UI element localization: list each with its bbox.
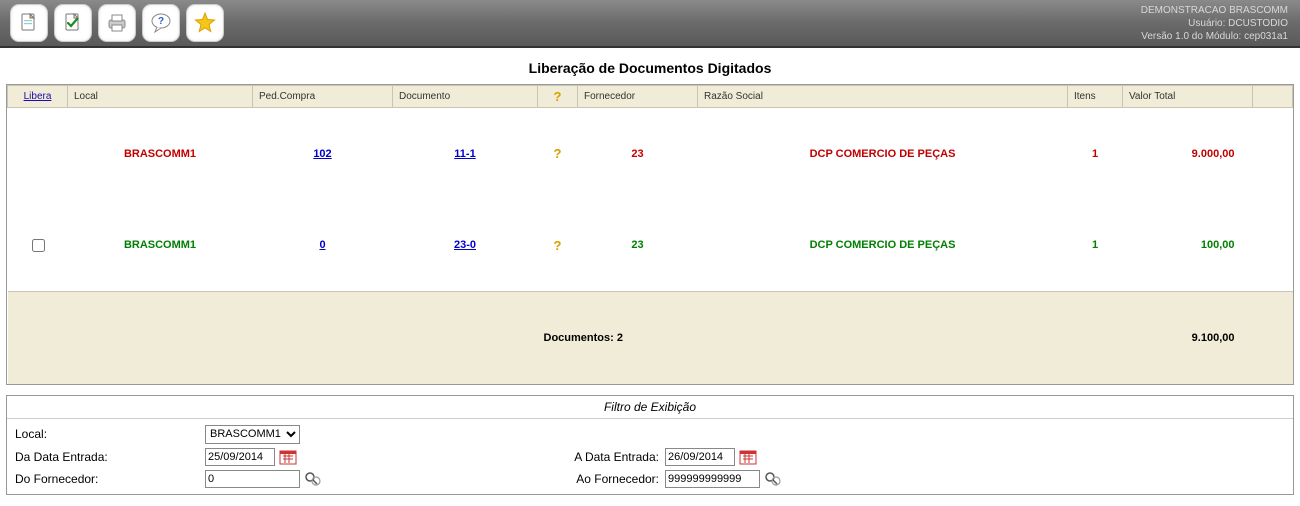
filter-title: Filtro de Exibição (7, 396, 1293, 419)
filter-da-data-input[interactable] (205, 448, 275, 466)
col-libera-link[interactable]: Libera (24, 91, 52, 102)
header-company: DEMONSTRACAO BRASCOMM (1141, 4, 1288, 17)
col-itens: Itens (1068, 86, 1123, 108)
print-button[interactable] (98, 4, 136, 42)
col-documento: Documento (393, 86, 538, 108)
filter-section: Filtro de Exibição Local: BRASCOMM1 Da D… (6, 395, 1294, 495)
cell-ped-compra-link[interactable]: 0 (319, 239, 325, 251)
header-info: DEMONSTRACAO BRASCOMM Usuário: DCUSTODIO… (1141, 4, 1288, 43)
filter-da-data-label: Da Data Entrada: (15, 450, 205, 464)
row-checkbox[interactable] (32, 239, 45, 252)
summary-docs: Documentos: 2 (538, 292, 1068, 384)
cell-local: BRASCOMM1 (68, 200, 253, 292)
svg-text:?: ? (158, 16, 164, 27)
summary-total: 9.100,00 (1123, 292, 1253, 384)
calendar-icon[interactable] (739, 448, 757, 466)
cell-local: BRASCOMM1 (68, 108, 253, 200)
cell-documento-link[interactable]: 11-1 (454, 148, 475, 160)
filter-do-forn-label: Do Fornecedor: (15, 472, 205, 486)
summary-row: Documentos: 2 9.100,00 (8, 292, 1293, 384)
documents-table-wrap: Libera Local Ped.Compra Documento ? Forn… (6, 84, 1294, 385)
cell-razao-social: DCP COMERCIO DE PEÇAS (698, 108, 1068, 200)
cell-ped-compra-link[interactable]: 102 (313, 148, 331, 160)
cell-valor-total: 100,00 (1123, 200, 1253, 292)
cell-itens: 1 (1068, 200, 1123, 292)
table-header-row: Libera Local Ped.Compra Documento ? Forn… (8, 86, 1293, 108)
cell-documento-link[interactable]: 23-0 (454, 239, 476, 251)
filter-a-data-input[interactable] (665, 448, 735, 466)
filter-a-data-label: A Data Entrada: (535, 450, 665, 464)
calendar-icon[interactable] (279, 448, 297, 466)
confirm-button[interactable] (54, 4, 92, 42)
favorite-button[interactable] (186, 4, 224, 42)
check-icon (61, 11, 85, 35)
page-title: Liberação de Documentos Digitados (0, 48, 1300, 84)
documents-table: Libera Local Ped.Compra Documento ? Forn… (7, 85, 1293, 384)
col-local: Local (68, 86, 253, 108)
cell-valor-total: 9.000,00 (1123, 108, 1253, 200)
col-ped-compra: Ped.Compra (253, 86, 393, 108)
help-button[interactable]: ? (142, 4, 180, 42)
row-help-icon[interactable]: ? (554, 146, 562, 161)
help-bubble-icon: ? (149, 11, 173, 35)
cell-itens: 1 (1068, 108, 1123, 200)
table-row: BRASCOMM1 0 23-0 ? 23 DCP COMERCIO DE PE… (8, 200, 1293, 292)
cell-fornecedor: 23 (578, 200, 698, 292)
col-help-icon[interactable]: ? (554, 89, 562, 104)
filter-local-select[interactable]: BRASCOMM1 (205, 425, 300, 444)
document-icon (17, 11, 41, 35)
filter-local-label: Local: (15, 427, 205, 441)
lookup-icon[interactable] (304, 470, 322, 488)
filter-ao-forn-input[interactable] (665, 470, 760, 488)
new-document-button[interactable] (10, 4, 48, 42)
cell-razao-social: DCP COMERCIO DE PEÇAS (698, 200, 1068, 292)
filter-ao-forn-label: Ao Fornecedor: (535, 472, 665, 486)
star-icon (193, 11, 217, 35)
printer-icon (105, 11, 129, 35)
header-user: Usuário: DCUSTODIO (1141, 17, 1288, 30)
lookup-icon[interactable] (764, 470, 782, 488)
filter-do-forn-input[interactable] (205, 470, 300, 488)
col-fornecedor: Fornecedor (578, 86, 698, 108)
col-razao-social: Razão Social (698, 86, 1068, 108)
top-toolbar: ? DEMONSTRACAO BRASCOMM Usuário: DCUSTOD… (0, 0, 1300, 48)
table-row: BRASCOMM1 102 11-1 ? 23 DCP COMERCIO DE … (8, 108, 1293, 200)
cell-fornecedor: 23 (578, 108, 698, 200)
header-version: Versão 1.0 do Módulo: cep031a1 (1141, 30, 1288, 43)
col-spacer (1253, 86, 1293, 108)
row-help-icon[interactable]: ? (554, 238, 562, 253)
col-valor-total: Valor Total (1123, 86, 1253, 108)
